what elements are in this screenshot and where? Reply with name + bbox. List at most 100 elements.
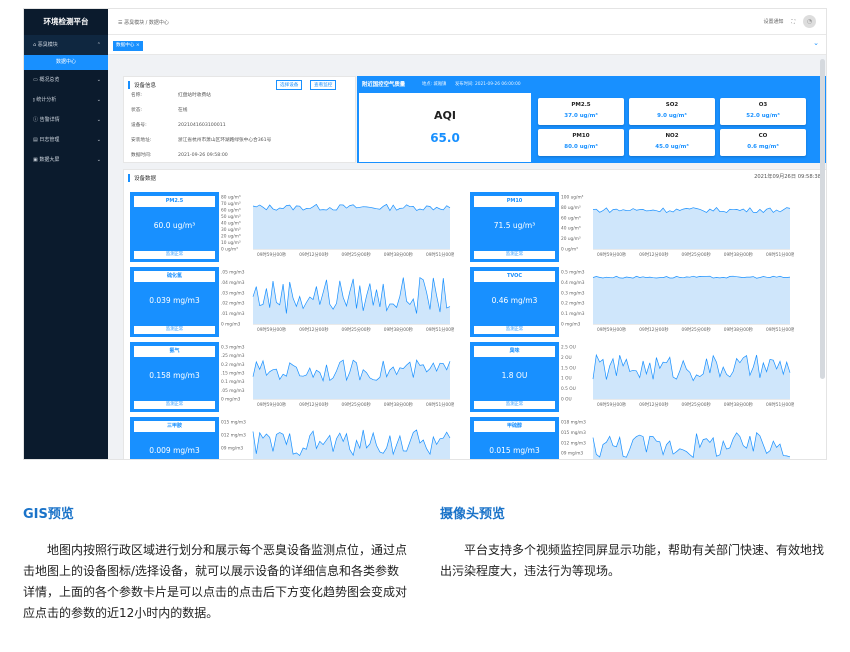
x-tick-label: 09时59分00秒 bbox=[257, 401, 287, 408]
status-badge: 监测正常 bbox=[474, 251, 555, 259]
x-tick-label: 09时25分00秒 bbox=[342, 326, 372, 333]
card-value: 0.009 mg/m3 bbox=[149, 446, 200, 455]
trend-area bbox=[253, 204, 450, 249]
chevron-down-icon[interactable]: ⌄ bbox=[813, 39, 819, 47]
sidebar-item-odor[interactable]: ⌂ 恶臭模块 ⌃ bbox=[24, 35, 108, 55]
sidebar-item-data-center[interactable]: 数据中心 bbox=[24, 55, 108, 70]
info-row: 设备号: 2021041603100011 bbox=[131, 123, 226, 128]
x-tick-label: 09时12分00秒 bbox=[299, 401, 329, 408]
y-tick-label: 40 ug/m³ bbox=[561, 226, 581, 232]
y-tick-label: 0 ug/m³ bbox=[221, 247, 238, 253]
sidebar-item-dashboard[interactable]: ▣ 数据大屏 ⌄ bbox=[24, 150, 108, 170]
status-badge: 监测正常 bbox=[134, 251, 215, 259]
top-bar: ☰ 恶臭模块 / 数据中心 设置通知 ⛶ ◔ bbox=[108, 9, 826, 35]
sidebar: 环境检测平台 ⌂ 恶臭模块 ⌃ 数据中心 ▭ 概况总览 ⌄ ⫾ 统计分析 ⌄ ⓘ 告警… bbox=[24, 9, 108, 459]
trend-chart: 2.5 OU 2 OU 1.5 OU 1 OU 0.5 OU 0 OU 09时59分00秒 0… bbox=[561, 345, 794, 408]
x-tick-label: 09时51分00秒 bbox=[426, 401, 454, 408]
card-value: 0.039 mg/m3 bbox=[149, 296, 200, 305]
param-card[interactable]: 硫化氢 0.039 mg/m3 监测正常 bbox=[130, 267, 219, 337]
x-tick-label: 09时38分00秒 bbox=[724, 251, 754, 258]
card-name: PM2.5 bbox=[134, 196, 215, 207]
param-card[interactable]: 甲硫醇0.015 mg/m3监测正常 bbox=[470, 417, 559, 459]
y-tick-label: 50 ug/m³ bbox=[221, 214, 241, 220]
y-tick-label: 0 mg/m3 bbox=[221, 397, 241, 403]
app-screenshot: 环境检测平台 ⌂ 恶臭模块 ⌃ 数据中心 ▭ 概况总览 ⌄ ⫾ 统计分析 ⌄ ⓘ 告警… bbox=[23, 8, 827, 460]
status-badge: 监测正常 bbox=[474, 326, 555, 334]
y-tick-label: 70 ug/m³ bbox=[221, 201, 241, 207]
x-tick-label: 09时25分00秒 bbox=[682, 251, 712, 258]
y-tick-label: .04 mg/m3 bbox=[221, 280, 245, 286]
param-card-pm25[interactable]: PM2.5 37.0 ug/m³ bbox=[538, 98, 624, 125]
x-tick-label: 09时12分00秒 bbox=[639, 326, 669, 333]
chevron-down-icon: ⌄ bbox=[96, 77, 101, 83]
select-device-button[interactable]: 选择设备 bbox=[276, 80, 303, 90]
y-tick-label: 0.3 mg/m3 bbox=[561, 290, 585, 296]
param-card[interactable]: PM2.5 60.0 ug/m³ 监测正常 bbox=[130, 192, 219, 262]
x-tick-label: 09时51分00秒 bbox=[426, 326, 454, 333]
sidebar-item-alarms[interactable]: ⓘ 告警详情 ⌄ bbox=[24, 110, 108, 130]
y-tick-label: 100 ug/m³ bbox=[561, 195, 584, 201]
y-tick-label: 0.5 OU bbox=[561, 386, 576, 392]
trend-chart: 0.3 mg/m3 .25 mg/m3 0.2 mg/m3 .15 mg/m3 0.1 … bbox=[221, 345, 454, 408]
param-card[interactable]: PM10 71.5 ug/m³ 监测正常 bbox=[470, 192, 559, 262]
param-card-pm10[interactable]: PM10 80.0 ug/m³ bbox=[538, 129, 624, 156]
card-value: 0.46 mg/m3 bbox=[491, 296, 538, 305]
y-tick-label: 1.5 OU bbox=[561, 365, 576, 371]
status-badge: 监测正常 bbox=[134, 401, 215, 409]
x-tick-label: 09时25分00秒 bbox=[682, 326, 712, 333]
aqi-card[interactable]: AQI 65.0 bbox=[359, 93, 531, 162]
y-tick-label: .25 mg/m3 bbox=[221, 353, 245, 359]
y-tick-label: .03 mg/m3 bbox=[221, 290, 245, 296]
tab-data-center[interactable]: 数据中心 × bbox=[113, 41, 143, 51]
y-tick-label: 0.1 mg/m3 bbox=[561, 311, 585, 317]
x-tick-label: 09时38分00秒 bbox=[384, 401, 414, 408]
device-info-title: 设备信息 bbox=[128, 81, 156, 89]
chevron-down-icon: ⌄ bbox=[96, 117, 101, 123]
card-name: 臭味 bbox=[474, 346, 555, 357]
y-tick-label: 0.3 mg/m3 bbox=[221, 345, 245, 351]
y-tick-label: 80 ug/m³ bbox=[561, 205, 581, 211]
x-tick-label: 09时59分00秒 bbox=[597, 401, 627, 408]
view-monitor-button[interactable]: 查看监控 bbox=[310, 80, 337, 90]
param-card[interactable]: 氨气 0.158 mg/m3 监测正常 bbox=[130, 342, 219, 412]
chevron-down-icon: ⌄ bbox=[96, 137, 101, 143]
y-tick-label: 012 mg/m3 bbox=[221, 433, 246, 439]
fullscreen-icon[interactable]: ⛶ bbox=[791, 19, 795, 25]
param-card-so2[interactable]: SO2 9.0 ug/m³ bbox=[629, 98, 715, 125]
sidebar-item-overview[interactable]: ▭ 概况总览 ⌄ bbox=[24, 70, 108, 90]
card-name: 三甲胺 bbox=[134, 421, 215, 432]
avatar[interactable]: ◔ bbox=[803, 15, 816, 28]
y-tick-label: 60 ug/m³ bbox=[221, 208, 241, 214]
y-tick-label: 2.5 OU bbox=[561, 345, 576, 351]
info-row: 名称: 红盘站时收费站 bbox=[131, 93, 211, 98]
scrollbar[interactable] bbox=[820, 59, 825, 379]
y-tick-label: 30 ug/m³ bbox=[221, 227, 241, 233]
param-card-o3[interactable]: O3 52.0 ug/m³ bbox=[720, 98, 806, 125]
breadcrumb[interactable]: ☰ 恶臭模块 / 数据中心 bbox=[118, 19, 169, 26]
section-text-camera: 平台支持多个视频监控同屏显示功能，帮助有关部门快速、有效地找出污染程度大，违法行… bbox=[440, 543, 825, 578]
air-publish-time: 发布时间: 2021-09-26 06:00:00 bbox=[455, 82, 521, 87]
x-tick-label: 09时25分00秒 bbox=[682, 401, 712, 408]
sidebar-item-logs[interactable]: ▤ 日志管理 ⌄ bbox=[24, 130, 108, 150]
x-tick-label: 09时59分00秒 bbox=[597, 251, 627, 258]
section-title-gis: GIS预览 bbox=[23, 507, 74, 522]
card-value: 71.5 ug/m³ bbox=[493, 221, 536, 230]
y-tick-label: 09 mg/m3 bbox=[561, 451, 583, 457]
param-card[interactable]: TVOC 0.46 mg/m3 监测正常 bbox=[470, 267, 559, 337]
sidebar-item-stats[interactable]: ⫾ 统计分析 ⌄ bbox=[24, 90, 108, 110]
y-tick-label: .05 mg/m3 bbox=[221, 388, 245, 394]
notify-link[interactable]: 设置通知 bbox=[763, 18, 783, 25]
y-tick-label: .02 mg/m3 bbox=[221, 301, 245, 307]
y-tick-label: 0.2 mg/m3 bbox=[221, 362, 245, 368]
y-tick-label: 20 ug/m³ bbox=[221, 234, 241, 240]
param-card[interactable]: 三甲胺0.009 mg/m3监测正常 bbox=[130, 417, 219, 459]
trend-chart: 100 ug/m³ 80 ug/m³ 60 ug/m³ 40 ug/m³ 20 ug/m… bbox=[561, 195, 794, 258]
param-card[interactable]: 臭味 1.8 OU 监测正常 bbox=[470, 342, 559, 412]
param-card-co[interactable]: CO 0.6 mg/m³ bbox=[720, 129, 806, 156]
y-tick-label: 0.1 mg/m3 bbox=[221, 379, 245, 385]
y-tick-label: 60 ug/m³ bbox=[561, 215, 581, 221]
card-name: 硫化氢 bbox=[134, 271, 215, 282]
trend-area bbox=[593, 276, 790, 324]
y-tick-label: 0.4 mg/m3 bbox=[561, 280, 585, 286]
param-card-no2[interactable]: NO2 45.0 ug/m³ bbox=[629, 129, 715, 156]
